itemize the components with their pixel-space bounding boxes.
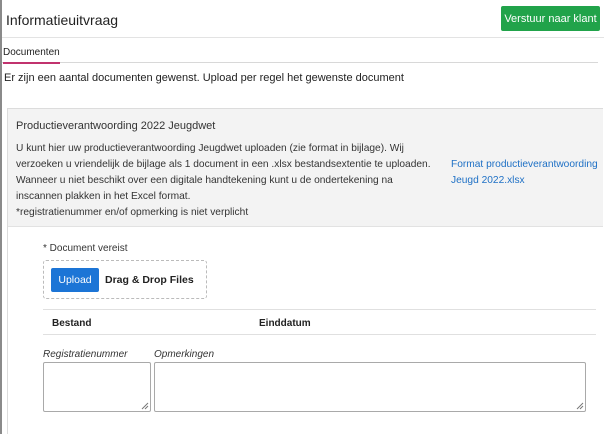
intro-text: Er zijn een aantal documenten gewenst. U… [4, 72, 404, 84]
registration-input[interactable] [43, 362, 151, 412]
description-line: verzoeken u vriendelijk de bijlage als 1… [16, 159, 431, 170]
required-label: * Document vereist [43, 243, 128, 254]
tab-bar: Documenten [2, 38, 598, 64]
tab-documenten[interactable]: Documenten [3, 47, 60, 64]
format-download-link[interactable]: Format productieverantwoording Jeugd 202… [451, 157, 601, 189]
description-line: U kunt hier uw productieverantwoording J… [16, 143, 404, 154]
page: Informatieuitvraag Verstuur naar klant D… [0, 0, 604, 434]
document-card-header: Productieverantwoording 2022 Jeugdwet U … [8, 109, 603, 227]
description-line: inscannen plakken in het Excel format. [16, 191, 191, 202]
upload-button[interactable]: Upload [51, 268, 99, 292]
file-table-header: Bestand Einddatum [43, 309, 596, 335]
description-line: Wanneer u niet beschikt over een digital… [16, 175, 393, 186]
column-header-einddatum: Einddatum [259, 318, 311, 329]
drop-zone[interactable]: Upload Drag & Drop Files [43, 260, 207, 299]
remarks-input[interactable] [154, 362, 586, 412]
drag-drop-label: Drag & Drop Files [105, 274, 194, 286]
left-border [0, 0, 2, 434]
remarks-label: Opmerkingen [154, 349, 215, 360]
document-card: Productieverantwoording 2022 Jeugdwet U … [7, 108, 603, 434]
column-header-bestand: Bestand [52, 318, 92, 329]
document-title: Productieverantwoording 2022 Jeugdwet [16, 120, 216, 132]
registration-label: Registratienummer [43, 349, 128, 360]
page-title: Informatieuitvraag [6, 12, 119, 28]
document-description: U kunt hier uw productieverantwoording J… [16, 141, 446, 221]
description-line: *registratienummer en/of opmerking is ni… [16, 207, 249, 218]
send-to-client-button[interactable]: Verstuur naar klant [501, 6, 600, 31]
page-header: Informatieuitvraag Verstuur naar klant [2, 0, 604, 38]
